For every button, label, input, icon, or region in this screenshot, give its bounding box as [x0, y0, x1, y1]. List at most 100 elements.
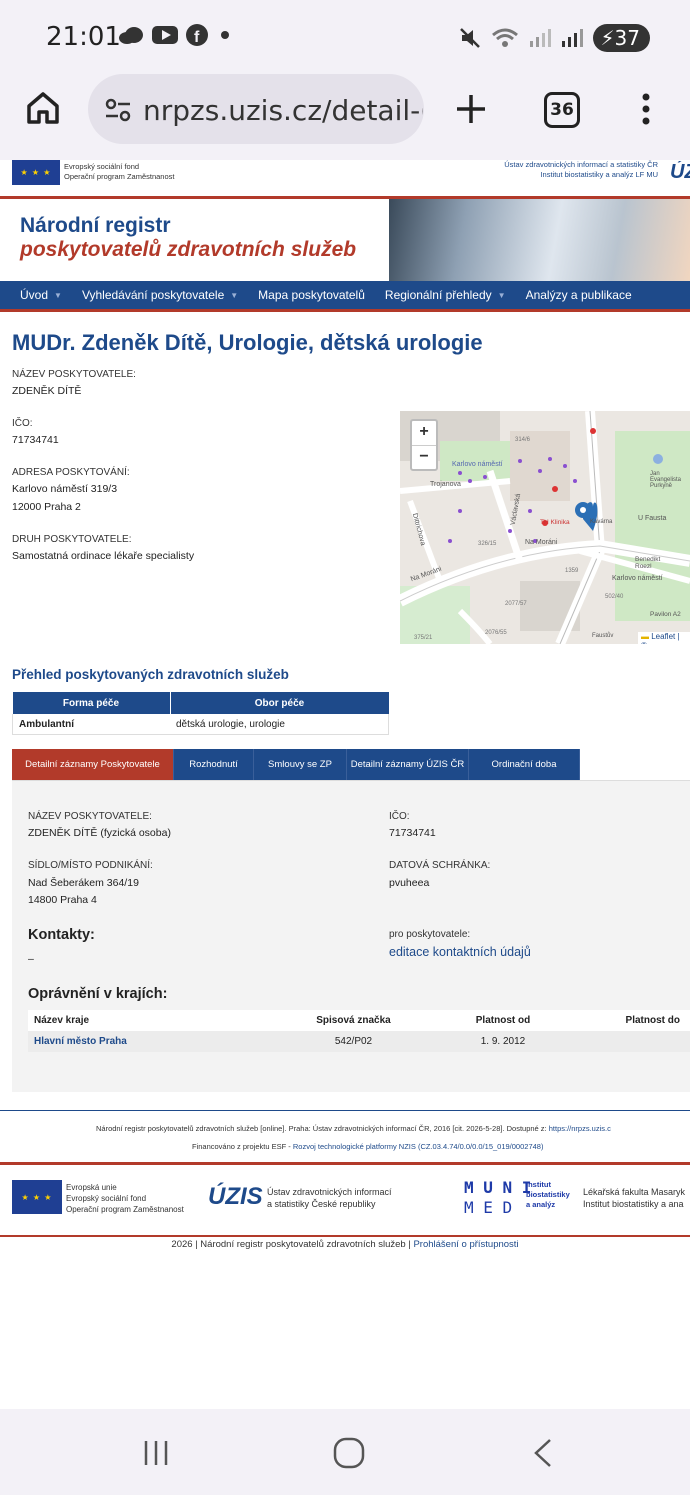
map-view[interactable]: + − Karlovo náměstí Trojanova Václavská … — [400, 411, 690, 644]
rights-cell-znacka: 542/P02 — [275, 1031, 432, 1052]
tab-detailni-zaznamy[interactable]: Detailní záznamy Poskytovatele — [12, 749, 174, 780]
detail-value-address-1: Karlovo náměstí 319/3 — [12, 483, 118, 495]
rights-heading: Oprávnění v krajích: — [28, 986, 168, 1002]
map-zoom-control: + − — [410, 419, 438, 471]
edit-contacts-link[interactable]: editace kontaktních údajů — [389, 945, 531, 959]
dot-icon — [221, 31, 229, 39]
iba-logo[interactable]: Institut biostatistiky a analýz — [526, 1180, 570, 1210]
funding-text: Financováno z projektu ESF - Rozvoj tech… — [192, 1142, 543, 1151]
battery-level: 37 — [614, 26, 640, 50]
eu-footer-text: Evropská unie Evropský sociální fond Ope… — [66, 1182, 184, 1215]
tab-switcher-button[interactable]: 36 — [544, 92, 580, 128]
lf-footer-text: Lékařská fakulta Masaryk Institut biosta… — [583, 1186, 690, 1210]
new-tab-icon[interactable] — [455, 93, 487, 125]
tab-ordinacni-doba[interactable]: Ordinační doba — [469, 749, 580, 780]
nav-label: Mapa poskytovatelů — [258, 288, 365, 302]
iba-line-2: biostatistiky — [526, 1190, 570, 1199]
map-label: Pavilon A2 — [650, 611, 681, 618]
banner-title-line-2[interactable]: poskytovatelů zdravotních služeb — [20, 238, 356, 262]
rights-table: Název kraje Spisová značka Platnost od P… — [28, 1010, 690, 1052]
nav-item-analyzy[interactable]: Analýzy a publikace — [516, 288, 642, 302]
detail-value-ico: 71734741 — [12, 434, 59, 446]
status-system-icons: ⚡37 — [459, 24, 650, 52]
back-icon[interactable] — [530, 1438, 554, 1468]
detail-value-address-2: 12000 Praha 2 — [12, 501, 81, 513]
facebook-icon: f — [186, 24, 208, 46]
map-label: 314/6 — [515, 437, 531, 443]
nav-label: Regionální přehledy — [384, 288, 492, 302]
rights-col-do: Platnost do — [574, 1010, 690, 1031]
lf-line-1: Lékařská fakulta Masaryk — [583, 1187, 686, 1197]
muni-logo-line-1: M U N I — [464, 1178, 532, 1197]
eu-line-2: Evropský sociální fond — [66, 1194, 147, 1203]
citation-body: Národní registr poskytovatelů zdravotníc… — [96, 1124, 549, 1133]
map-label: TH Klinika — [540, 519, 570, 526]
caret-down-icon: ▼ — [54, 290, 62, 300]
status-time: 21:01 — [46, 22, 121, 52]
map-label: 375/21 — [414, 635, 433, 641]
esf-line-2: Operační program Zaměstnanost — [64, 172, 175, 181]
tab-smlouvy[interactable]: Smlouvy se ZP — [254, 749, 347, 780]
zoom-in-button[interactable]: + — [412, 421, 436, 446]
accessibility-link[interactable]: Prohlášení o přístupnosti — [413, 1239, 518, 1250]
map-label: 2077/57 — [505, 601, 527, 607]
cloud-icon — [119, 27, 143, 44]
nav-item-regionalni[interactable]: Regionální přehledy ▼ — [375, 288, 516, 302]
eu-line-3: Operační program Zaměstnanost — [66, 1205, 184, 1214]
panel-value-seat-1: Nad Šeberákem 364/19 — [28, 877, 139, 889]
battery-indicator: ⚡37 — [592, 24, 650, 52]
uzis-strip-text: Ústav zdravotnických informací a statist… — [504, 160, 658, 180]
map-label: Na Moráni — [525, 539, 558, 546]
map-label: 326/15 — [478, 541, 497, 547]
for-provider-label: pro poskytovatele: — [389, 929, 471, 940]
eu-flag-icon: ★ ★ ★ — [12, 160, 60, 185]
leaflet-flag-icon: ▬ — [641, 632, 649, 641]
panel-label-ico: IČO: — [389, 811, 410, 822]
map-label: Karlovo náměstí — [612, 575, 663, 582]
home-nav-icon[interactable] — [333, 1437, 365, 1469]
uzis-line-1: Ústav zdravotnických informací — [267, 1187, 392, 1197]
map-label: Kavárna — [590, 519, 613, 525]
site-settings-icon[interactable] — [104, 96, 132, 124]
nav-item-vyhledavani[interactable]: Vyhledávání poskytovatele ▼ — [72, 288, 248, 302]
iba-line-1: Institut — [526, 1180, 551, 1189]
panel-label-name: NÁZEV POSKYTOVATELE: — [28, 811, 152, 822]
nav-item-uvod[interactable]: Úvod ▼ — [0, 288, 72, 302]
map-tiles[interactable] — [400, 411, 690, 644]
panel-value-databox: pvuheea — [389, 877, 430, 889]
tab-rozhodnuti[interactable]: Rozhodnutí — [174, 749, 254, 780]
funding-link[interactable]: Rozvoj technologické platformy NZIS (CZ.… — [293, 1142, 544, 1151]
muni-med-logo[interactable]: M U N I M E D — [464, 1178, 531, 1218]
more-menu-icon[interactable] — [640, 92, 652, 126]
wifi-icon — [491, 28, 518, 47]
map-attribution[interactable]: ▬ Leaflet | © — [638, 632, 690, 644]
nav-label: Vyhledávání poskytovatele — [81, 288, 225, 302]
copyright-line: 2026 | Národní registr poskytovatelů zdr… — [0, 1239, 690, 1250]
map-label: 2076/55 — [485, 630, 507, 636]
services-heading: Přehled poskytovaných zdravotních služeb — [12, 667, 289, 682]
signal-1-icon — [529, 29, 551, 47]
funding-body: Financováno z projektu ESF - — [192, 1142, 293, 1151]
url-text[interactable]: nrpzs.uzis.cz/detail-( — [143, 94, 423, 127]
detail-label-name: NÁZEV POSKYTOVATELE: — [12, 369, 136, 380]
nav-item-mapa[interactable]: Mapa poskytovatelů — [248, 288, 375, 302]
main-nav: Úvod ▼ Vyhledávání poskytovatele ▼ Mapa po… — [0, 281, 690, 312]
citation-text: Národní registr poskytovatelů zdravotníc… — [96, 1124, 611, 1133]
home-icon[interactable] — [25, 90, 61, 126]
detail-value-type: Samostatná ordinace lékaře specialisty — [12, 550, 195, 562]
services-col-forma: Forma péče — [12, 692, 171, 714]
recent-apps-icon[interactable] — [142, 1439, 170, 1467]
banner-title-line-1[interactable]: Národní registr — [20, 214, 171, 238]
zoom-out-button[interactable]: − — [412, 446, 436, 470]
citation-link[interactable]: https://nrpzs.uzis.c — [549, 1124, 611, 1133]
rights-cell-kraj[interactable]: Hlavní město Praha — [28, 1031, 275, 1052]
map-label: U Fausta — [638, 515, 667, 522]
footer-divider — [0, 1110, 690, 1111]
eu-line-1: Evropská unie — [66, 1183, 117, 1192]
map-label: Benedikt Roezl — [635, 556, 661, 570]
contacts-heading: Kontakty: — [28, 927, 95, 943]
page-title: MUDr. Zdeněk Dítě, Urologie, dětská urol… — [12, 330, 483, 355]
services-table: Forma péče Obor péče Ambulantní dětská u… — [12, 692, 389, 735]
tab-uzis[interactable]: Detailní záznamy ÚZIS ČR — [347, 749, 469, 780]
uzis-logo[interactable]: ÚZIS — [208, 1183, 263, 1211]
